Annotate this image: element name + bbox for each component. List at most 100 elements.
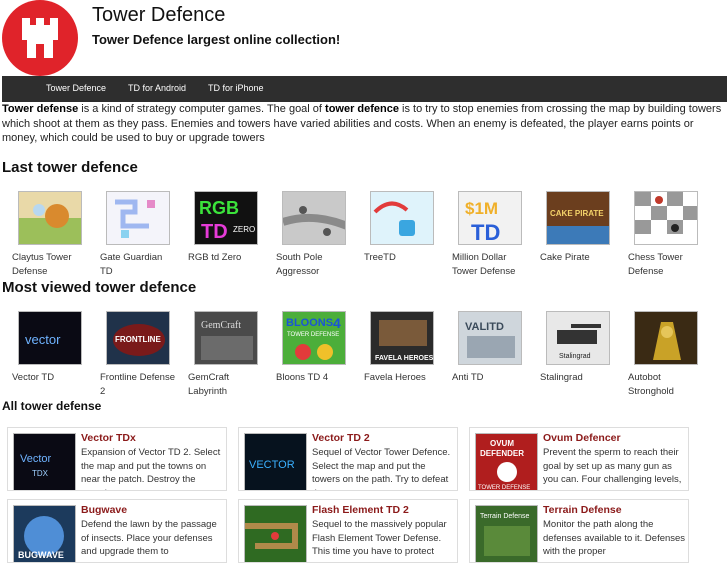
game-cell[interactable]: $1M TD Million Dollar Tower Defense — [442, 191, 528, 279]
game-name[interactable]: Vector TD — [2, 371, 88, 385]
game-name[interactable]: Cake Pirate — [530, 251, 616, 265]
card-tdx-text: TDX — [32, 469, 49, 478]
game-thumbnail[interactable]: FAVELA HEROES — [370, 311, 434, 365]
game-name[interactable]: Bloons TD 4 — [266, 371, 352, 385]
game-cell[interactable]: FAVELA HEROES Favela Heroes — [354, 311, 440, 385]
card-thumbnail[interactable] — [244, 505, 307, 562]
game-card[interactable]: Terrain Defense Terrain Defense Monitor … — [469, 499, 689, 563]
game-name[interactable]: TreeTD — [354, 251, 440, 265]
game-card[interactable]: VECTOR Vector TD 2 Sequel of Vector Towe… — [238, 427, 458, 491]
thumb-favela-text: FAVELA HEROES — [375, 355, 434, 362]
game-thumbnail[interactable]: Stalingrad — [546, 311, 610, 365]
castle-tower-icon[interactable] — [1, 0, 79, 76]
game-name[interactable]: South Pole Aggressor — [266, 251, 352, 279]
game-thumbnail[interactable] — [370, 191, 434, 245]
card-description: Defend the lawn by the passage of insect… — [81, 519, 217, 557]
thumb-zero-text: ZERO — [233, 225, 255, 234]
game-name[interactable]: Frontline Defense 2 — [90, 371, 176, 399]
card-vector-text: Vector — [20, 453, 52, 465]
game-name[interactable]: Chess Tower Defense — [618, 251, 704, 279]
game-name[interactable]: Stalingrad — [530, 371, 616, 385]
thumb-anti-text: VALITD — [465, 321, 504, 333]
game-thumbnail[interactable]: RGB TD ZERO — [194, 191, 258, 245]
game-cell[interactable]: GemCraft GemCraft Labyrinth — [178, 311, 264, 399]
intro-bold-term: Tower defense — [2, 103, 79, 115]
game-cell[interactable]: Chess Tower Defense — [618, 191, 704, 279]
nav-td-iphone[interactable]: TD for iPhone — [208, 83, 264, 93]
game-cell[interactable]: Autobot Stronghold — [618, 311, 704, 399]
game-name[interactable]: Favela Heroes — [354, 371, 440, 385]
thumb-cake-text: CAKE PIRATE — [550, 209, 604, 218]
game-thumbnail[interactable] — [282, 191, 346, 245]
card-title[interactable]: Flash Element TD 2 — [312, 504, 409, 516]
game-thumbnail[interactable]: vector — [18, 311, 82, 365]
game-cell[interactable]: Claytus Tower Defense — [2, 191, 88, 279]
game-name[interactable]: Autobot Stronghold — [618, 371, 704, 399]
game-cell[interactable]: South Pole Aggressor — [266, 191, 352, 279]
game-cell[interactable]: Gate Guardian TD — [90, 191, 176, 279]
site-tagline: Tower Defence largest online collection! — [92, 32, 341, 47]
card-ovum-mid-text: DEFENDER — [480, 449, 524, 458]
card-description: Prevent the sperm to reach their goal by… — [543, 447, 682, 485]
section-title-all: All tower defense — [2, 399, 102, 413]
card-title[interactable]: Vector TD 2 — [312, 432, 370, 444]
card-ovum-bottom-text: TOWER DEFENSE — [478, 485, 530, 491]
card-thumbnail[interactable]: BUGWAVE — [13, 505, 76, 562]
game-name[interactable]: Gate Guardian TD — [90, 251, 176, 279]
nav-td-android[interactable]: TD for Android — [128, 83, 186, 93]
game-cell[interactable]: FRONTLINE Frontline Defense 2 — [90, 311, 176, 399]
game-cell[interactable]: RGB TD ZERO RGB td Zero — [178, 191, 264, 265]
thumb-million-td-text: TD — [471, 220, 500, 245]
thumb-rgb-text: RGB — [199, 198, 239, 218]
site-title[interactable]: Tower Defence — [92, 4, 225, 27]
thumb-td-text: TD — [201, 221, 228, 243]
card-title[interactable]: Ovum Defencer — [543, 432, 621, 444]
game-cell[interactable]: CAKE PIRATE Cake Pirate — [530, 191, 616, 265]
game-cell[interactable]: BLOONS 4 TOWER DEFENSE Bloons TD 4 — [266, 311, 352, 385]
card-thumbnail[interactable]: OVUM DEFENDER TOWER DEFENSE — [475, 433, 538, 491]
section-title-last: Last tower defence — [2, 159, 138, 176]
site-header: Tower Defence Tower Defence largest onli… — [0, 0, 727, 76]
game-thumbnail[interactable]: FRONTLINE — [106, 311, 170, 365]
intro-text-1: is a kind of strategy computer games. Th… — [78, 103, 326, 115]
game-thumbnail[interactable]: VALITD — [458, 311, 522, 365]
game-thumbnail[interactable]: BLOONS 4 TOWER DEFENSE — [282, 311, 346, 365]
game-thumbnail[interactable]: CAKE PIRATE — [546, 191, 610, 245]
card-ovum-top-text: OVUM — [490, 439, 514, 448]
game-name[interactable]: GemCraft Labyrinth — [178, 371, 264, 399]
game-thumbnail[interactable] — [18, 191, 82, 245]
game-name[interactable]: Claytus Tower Defense — [2, 251, 88, 279]
card-thumbnail[interactable]: VECTOR — [244, 433, 307, 490]
card-title[interactable]: Vector TDx — [81, 432, 136, 444]
game-cell[interactable]: Stalingrad Stalingrad — [530, 311, 616, 385]
game-card[interactable]: Flash Element TD 2 Sequel to the massive… — [238, 499, 458, 563]
game-thumbnail[interactable] — [106, 191, 170, 245]
game-name[interactable]: Million Dollar Tower Defense — [442, 251, 528, 279]
thumb-gemcraft-text: GemCraft — [201, 320, 241, 331]
game-cell[interactable]: TreeTD — [354, 191, 440, 265]
card-description: Expansion of Vector TD 2. Select the map… — [81, 447, 221, 490]
game-thumbnail[interactable] — [634, 191, 698, 245]
game-thumbnail[interactable] — [634, 311, 698, 365]
game-card[interactable]: BUGWAVE Bugwave Defend the lawn by the p… — [7, 499, 227, 563]
game-thumbnail[interactable]: GemCraft — [194, 311, 258, 365]
card-description: Sequel of Vector Tower Defence. Select t… — [312, 447, 451, 490]
card-thumbnail[interactable]: Terrain Defense — [475, 505, 538, 562]
game-cell[interactable]: vector Vector TD — [2, 311, 88, 385]
game-cell[interactable]: VALITD Anti TD — [442, 311, 528, 385]
game-card[interactable]: Vector TDX Vector TDx Expansion of Vector… — [7, 427, 227, 491]
thumb-bloons-number: 4 — [333, 315, 341, 331]
card-thumbnail[interactable]: Vector TDX — [13, 433, 76, 490]
thumb-frontline-text: FRONTLINE — [115, 335, 161, 344]
card-title[interactable]: Bugwave — [81, 504, 127, 516]
thumb-stalingrad-text: Stalingrad — [559, 353, 591, 360]
game-card[interactable]: OVUM DEFENDER TOWER DEFENSE Ovum Defencer … — [469, 427, 689, 491]
nav-tower-defence[interactable]: Tower Defence — [46, 83, 106, 93]
game-thumbnail[interactable]: $1M TD — [458, 191, 522, 245]
main-nav: Tower Defence TD for Android TD for iPho… — [2, 76, 727, 102]
game-name[interactable]: RGB td Zero — [178, 251, 264, 265]
game-name[interactable]: Anti TD — [442, 371, 528, 385]
intro-paragraph: Tower defense is a kind of strategy comp… — [2, 102, 725, 146]
card-title[interactable]: Terrain Defense — [543, 504, 622, 516]
thumb-bloons-text: BLOONS — [286, 317, 333, 329]
